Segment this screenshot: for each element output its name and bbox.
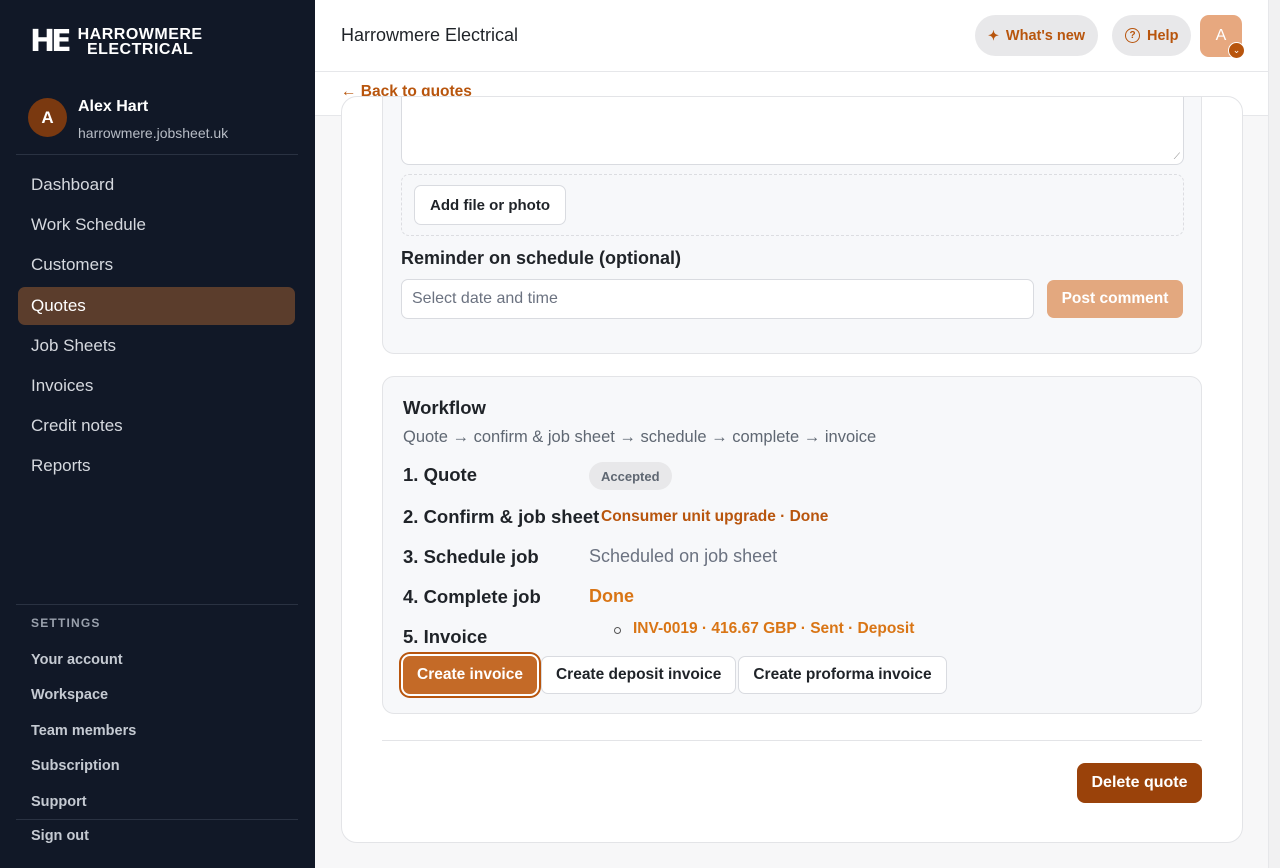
- post-comment-button[interactable]: Post comment: [1047, 280, 1183, 318]
- workflow-title: Workflow: [403, 397, 486, 418]
- step-confirm-label: 2. Confirm & job sheet: [403, 506, 600, 527]
- invoice-link[interactable]: INV-0019 · 416.67 GBP · Sent · Deposit: [633, 620, 914, 638]
- quote-card: ⟋ Add file or photo Reminder on schedule…: [341, 96, 1243, 843]
- chevron-down-icon: ⌄: [1228, 42, 1245, 59]
- workflow-subtitle: Quote → confirm & job sheet → schedule →…: [403, 428, 877, 446]
- settings-item-team-members[interactable]: Team members: [31, 713, 136, 749]
- invoice-actions: Create invoice Create deposit invoice Cr…: [403, 656, 947, 694]
- sidebar-divider: [16, 604, 298, 605]
- sidebar-item-customers[interactable]: Customers: [18, 246, 295, 284]
- card-divider: [382, 740, 1202, 741]
- sign-out-link[interactable]: Sign out: [31, 828, 89, 844]
- sidebar-item-work-schedule[interactable]: Work Schedule: [18, 206, 295, 244]
- settings-item-workspace[interactable]: Workspace: [31, 678, 136, 714]
- main-content: ⟋ Add file or photo Reminder on schedule…: [315, 96, 1280, 868]
- whats-new-button[interactable]: ✦ What's new: [975, 15, 1099, 56]
- logo-mark: HE: [30, 24, 72, 59]
- sidebar-item-quotes[interactable]: Quotes: [18, 286, 295, 325]
- resize-handle-icon[interactable]: ⟋: [1174, 151, 1180, 162]
- settings-item-subscription[interactable]: Subscription: [31, 749, 136, 785]
- create-invoice-button[interactable]: Create invoice: [403, 656, 537, 694]
- user-name: Alex Hart: [78, 98, 149, 115]
- step-quote-label: 1. Quote: [403, 464, 478, 485]
- sidebar-item-reports[interactable]: Reports: [18, 447, 295, 485]
- sparkle-icon: ✦: [988, 27, 999, 43]
- sidebar-item-invoices[interactable]: Invoices: [18, 367, 295, 405]
- attachment-dropzone[interactable]: Add file or photo: [401, 174, 1184, 236]
- settings-nav: Your account Workspace Team members Subs…: [31, 642, 136, 820]
- step-schedule-label: 3. Schedule job: [403, 546, 539, 567]
- logo-line-1: HARROWMERE: [77, 26, 203, 43]
- logo-line-2: ELECTRICAL: [86, 41, 194, 58]
- brand-logo[interactable]: HE HARROWMERE ELECTRICAL: [30, 24, 203, 59]
- user-domain: harrowmere.jobsheet.uk: [78, 125, 229, 141]
- sidebar-item-credit-notes[interactable]: Credit notes: [18, 407, 295, 445]
- step-complete-label: 4. Complete job: [403, 586, 541, 607]
- help-label: Help: [1147, 27, 1179, 44]
- account-avatar: A: [1215, 27, 1227, 44]
- create-proforma-invoice-button[interactable]: Create proforma invoice: [738, 656, 947, 694]
- add-file-button[interactable]: Add file or photo: [414, 185, 566, 225]
- sidebar-item-dashboard[interactable]: Dashboard: [18, 166, 295, 204]
- help-icon: ?: [1125, 28, 1140, 43]
- sidebar-divider: [16, 819, 298, 820]
- user-profile: A Alex Hart harrowmere.jobsheet.uk: [28, 98, 228, 141]
- settings-item-support[interactable]: Support: [31, 784, 136, 820]
- complete-status: Done: [589, 586, 634, 606]
- top-header: Harrowmere Electrical ✦ What's new ? Hel…: [315, 0, 1268, 72]
- sidebar-nav: Dashboard Work Schedule Customers Quotes…: [18, 166, 295, 488]
- whats-new-label: What's new: [1005, 27, 1086, 44]
- logo-wordmark: HARROWMERE ELECTRICAL: [77, 26, 203, 58]
- workflow-panel: Workflow Quote → confirm & job sheet → s…: [382, 376, 1202, 714]
- sidebar-item-job-sheets[interactable]: Job Sheets: [18, 327, 295, 365]
- page-title: Harrowmere Electrical: [341, 25, 519, 45]
- reminder-date-input[interactable]: Select date and time: [401, 279, 1034, 319]
- settings-item-your-account[interactable]: Your account: [31, 642, 136, 678]
- sidebar-divider: [16, 154, 298, 155]
- step-invoice-label: 5. Invoice: [403, 626, 488, 647]
- comment-section: ⟋ Add file or photo Reminder on schedule…: [382, 97, 1202, 354]
- schedule-status: Scheduled on job sheet: [589, 546, 778, 566]
- bullet-icon: [614, 627, 621, 634]
- delete-quote-button[interactable]: Delete quote: [1077, 763, 1202, 803]
- page-scrollbar[interactable]: [1268, 0, 1280, 868]
- create-deposit-invoice-button[interactable]: Create deposit invoice: [540, 656, 737, 694]
- account-menu-button[interactable]: A ⌄: [1200, 15, 1245, 59]
- sidebar: HE HARROWMERE ELECTRICAL A Alex Hart har…: [0, 0, 315, 868]
- help-button[interactable]: ? Help: [1112, 15, 1192, 56]
- user-avatar: A: [28, 98, 67, 137]
- comment-textarea[interactable]: ⟋: [401, 97, 1184, 165]
- job-sheet-link[interactable]: Consumer unit upgrade · Done: [601, 508, 828, 526]
- reminder-label: Reminder on schedule (optional): [401, 248, 682, 268]
- settings-heading: SETTINGS: [31, 616, 101, 630]
- quote-status-badge: Accepted: [589, 462, 672, 490]
